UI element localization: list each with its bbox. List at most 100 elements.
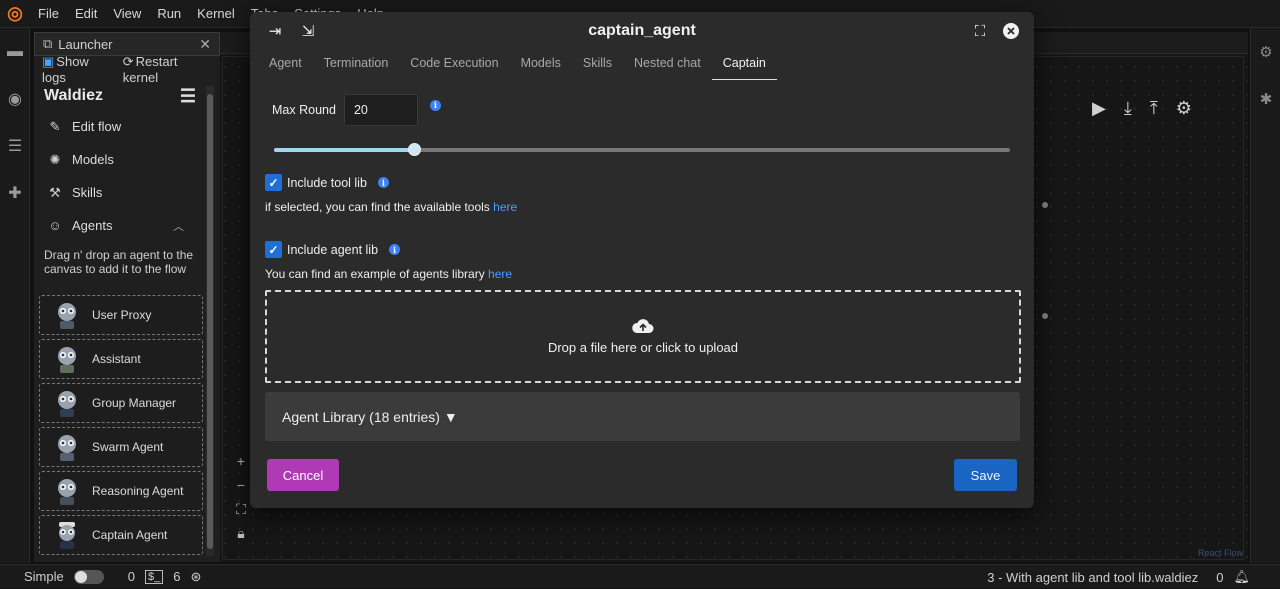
menu-edit[interactable]: Edit — [67, 6, 105, 21]
agent-library-toggle[interactable]: Agent Library (18 entries) ▼ — [265, 392, 1020, 441]
tab-captain[interactable]: Captain — [711, 52, 777, 80]
include-agent-lib-label: Include agent lib — [287, 242, 379, 257]
models-icon: ✺ — [49, 151, 61, 167]
sidebar-item-models[interactable]: ✺ Models — [38, 143, 204, 176]
import-icon[interactable]: ⤓ — [1124, 98, 1132, 119]
slider-handle[interactable] — [408, 143, 421, 156]
show-logs-button[interactable]: ▣ Show logs — [42, 54, 113, 85]
status-count-a: 0 — [127, 569, 135, 584]
menu-file[interactable]: File — [30, 6, 67, 21]
kernel-actions: ▣ Show logs ⟳ Restart kernel — [34, 54, 220, 85]
scrollbar-thumb[interactable] — [207, 94, 213, 549]
zoom-out-icon[interactable]: − — [230, 476, 252, 494]
chevron-up-icon[interactable]: ︿ — [173, 218, 184, 234]
property-inspector-icon[interactable]: ⚙ — [1251, 28, 1280, 75]
assistant-avatar-icon — [58, 347, 76, 373]
tab-agent[interactable]: Agent — [258, 52, 313, 80]
info-icon[interactable]: i — [429, 99, 441, 111]
agent-card-captain-agent[interactable]: Captain Agent — [39, 515, 203, 555]
kernel-status-icon[interactable]: ⊛ — [190, 569, 201, 585]
settings-icon[interactable]: ⚙ — [1176, 98, 1192, 119]
include-agent-lib-checkbox[interactable]: ✓ — [265, 241, 282, 258]
launcher-tab[interactable]: ⧉ Launcher ✕ — [34, 32, 220, 56]
menu-run[interactable]: Run — [149, 6, 189, 21]
agent-modal: ⇥ ⇲ captain_agent ⛶ Agent Termination Co… — [250, 12, 1034, 508]
save-button[interactable]: Save — [954, 459, 1017, 491]
agent-card-label: Group Manager — [92, 396, 177, 410]
restart-kernel-button[interactable]: ⟳ Restart kernel — [123, 54, 212, 85]
agent-card-swarm-agent[interactable]: Swarm Agent — [39, 427, 203, 467]
sidebar-header: Waldiez ☰ — [38, 82, 204, 110]
cancel-button[interactable]: Cancel — [267, 459, 339, 491]
tool-lib-here-link[interactable]: here — [493, 200, 517, 214]
captain-agent-avatar-icon — [59, 522, 75, 549]
node-handle[interactable] — [1042, 202, 1048, 208]
toc-icon[interactable]: ☰ — [0, 122, 30, 169]
agent-card-user-proxy[interactable]: User Proxy — [39, 295, 203, 335]
fullscreen-icon[interactable]: ⛶ — [969, 20, 991, 42]
modal-title: captain_agent — [588, 22, 696, 39]
info-icon[interactable]: i — [389, 244, 401, 255]
agent-card-reasoning-agent[interactable]: Reasoning Agent — [39, 471, 203, 511]
modal-tabs: Agent Termination Code Execution Models … — [250, 52, 1034, 82]
file-dropzone[interactable]: Drop a file here or click to upload — [265, 290, 1021, 383]
robot-icon: ☺ — [48, 218, 62, 233]
canvas-toolbar: ▶ ⤓ ⤒ ⚙ — [1092, 98, 1192, 119]
status-right: 3 - With agent lib and tool lib.waldiez … — [987, 565, 1250, 589]
export-icon[interactable]: ⤒ — [1150, 98, 1158, 119]
folder-icon[interactable]: ▬ — [0, 28, 30, 75]
mode-label: Simple — [24, 569, 64, 584]
extension-icon[interactable]: ✚ — [0, 169, 30, 216]
debugger-icon[interactable]: ✱ — [1251, 75, 1280, 122]
zoom-controls: + − ⛶ 🔒︎ — [230, 452, 252, 542]
group-manager-avatar-icon — [58, 391, 76, 417]
menu-icon[interactable]: ☰ — [180, 86, 196, 107]
tab-models[interactable]: Models — [510, 52, 572, 80]
agent-card-group-manager[interactable]: Group Manager — [39, 383, 203, 423]
node-handle[interactable] — [1042, 313, 1048, 319]
edit-icon: ✎ — [49, 118, 61, 134]
right-activity-bar: ⚙ ✱ — [1250, 28, 1280, 563]
zoom-in-icon[interactable]: + — [230, 452, 252, 470]
sidebar-item-label: Edit flow — [72, 119, 122, 134]
simple-mode-toggle[interactable] — [73, 569, 104, 584]
tab-termination[interactable]: Termination — [313, 52, 400, 80]
tab-skills[interactable]: Skills — [572, 52, 623, 80]
lock-icon[interactable]: 🔒︎ — [230, 524, 252, 542]
info-icon[interactable]: i — [377, 177, 389, 188]
sidebar-item-edit-flow[interactable]: ✎ Edit flow — [38, 110, 204, 143]
tool-lib-hint: if selected, you can find the available … — [265, 200, 517, 214]
terminal-status-icon[interactable]: $_ — [144, 569, 164, 584]
sidebar-item-label: Agents — [72, 218, 113, 233]
agent-lib-here-link[interactable]: here — [488, 267, 512, 281]
max-round-row: Max Round i — [272, 94, 441, 126]
max-round-input[interactable] — [343, 94, 418, 126]
bell-icon[interactable]: 🔔︎ — [1233, 569, 1250, 585]
sidebar-item-skills[interactable]: ⚒ Skills — [38, 176, 204, 209]
run-icon[interactable]: ▶ — [1092, 98, 1106, 119]
running-icon[interactable]: ◉ — [0, 75, 30, 122]
close-modal-icon[interactable] — [1000, 20, 1022, 42]
notification-count: 0 — [1216, 569, 1224, 585]
tab-nested-chat[interactable]: Nested chat — [623, 52, 712, 80]
fit-view-icon[interactable]: ⛶ — [230, 500, 252, 518]
react-flow-attribution[interactable]: React Flow — [1198, 548, 1243, 558]
include-tool-lib-label: Include tool lib — [287, 175, 367, 190]
sidebar-scrollbar[interactable] — [206, 86, 214, 556]
agent-lib-hint-text: You can find an example of agents librar… — [265, 267, 485, 281]
menu-view[interactable]: View — [105, 6, 149, 21]
agent-card-label: Assistant — [92, 352, 141, 366]
tab-code-execution[interactable]: Code Execution — [399, 52, 509, 80]
tool-lib-hint-text: if selected, you can find the available … — [265, 200, 490, 214]
include-tool-lib-checkbox[interactable]: ✓ — [265, 174, 282, 191]
restart-icon: ⟳ — [122, 53, 134, 69]
agent-card-assistant[interactable]: Assistant — [39, 339, 203, 379]
sidebar-item-agents[interactable]: ☺ Agents ︿ — [38, 209, 204, 242]
include-agent-lib-row: ✓ Include agent lib i — [265, 241, 401, 258]
agent-card-label: Reasoning Agent — [92, 484, 184, 498]
launcher-tab-label: Launcher — [58, 36, 113, 52]
close-icon[interactable]: ✕ — [199, 36, 211, 53]
waldiez-sidebar: Waldiez ☰ ✎ Edit flow ✺ Models ⚒ Skills … — [38, 82, 204, 557]
menu-kernel[interactable]: Kernel — [189, 6, 243, 21]
max-round-slider[interactable] — [274, 143, 1010, 156]
